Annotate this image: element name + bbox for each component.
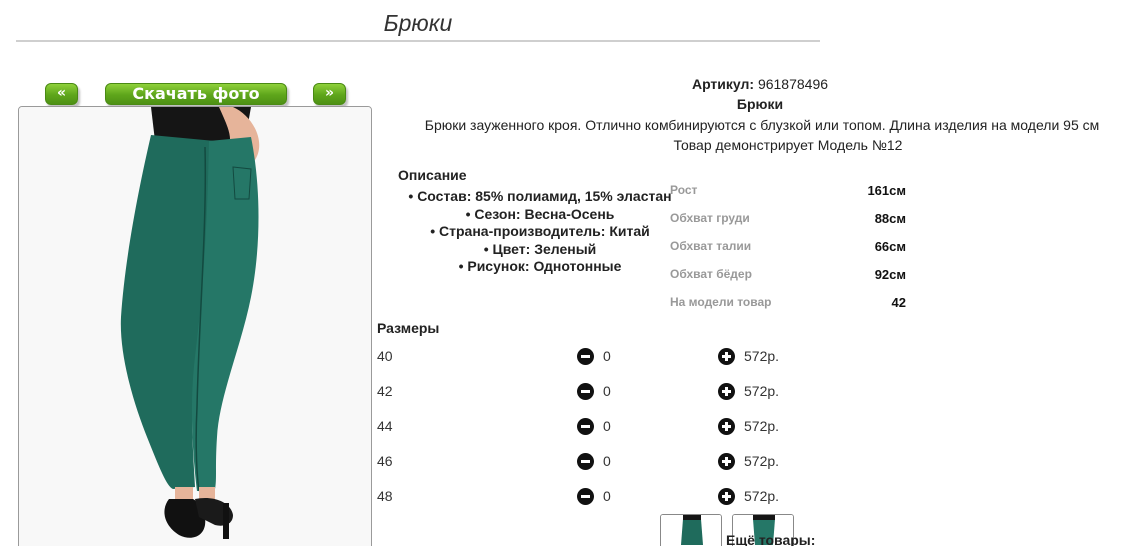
minus-icon[interactable]: [577, 418, 594, 435]
next-photo-button[interactable]: »: [313, 83, 346, 105]
measurement-value: 92см: [874, 266, 906, 282]
measurement-row: На модели товар 42: [670, 288, 906, 316]
plus-icon[interactable]: [718, 418, 735, 435]
minus-icon[interactable]: [577, 453, 594, 470]
measurement-label: Обхват талии: [670, 239, 752, 253]
sku-label: Артикул:: [691, 76, 755, 92]
prev-photo-button[interactable]: «: [45, 83, 78, 105]
quantity-value: 0: [603, 418, 611, 434]
sku-value: 961878496: [757, 76, 829, 92]
sizes-title: Размеры: [377, 320, 440, 336]
product-name: Брюки: [736, 96, 784, 112]
description-item: Состав: 85% полиамид, 15% эластан: [380, 188, 700, 206]
quantity-value: 0: [603, 383, 611, 399]
measurement-label: Обхват бёдер: [670, 267, 752, 281]
size-value: 48: [377, 488, 393, 504]
measurement-row: Обхват бёдер 92см: [670, 260, 906, 288]
product-photo-image: [19, 107, 371, 546]
measurement-row: Обхват талии 66см: [670, 232, 906, 260]
thumbnail-image: [661, 515, 721, 546]
plus-icon[interactable]: [718, 453, 735, 470]
plus-icon[interactable]: [718, 383, 735, 400]
model-demo-text: Товар демонстрирует Модель №12: [673, 137, 903, 153]
quantity-value: 0: [603, 453, 611, 469]
size-value: 40: [377, 348, 393, 364]
more-goods-label: Ещё товары:: [726, 532, 816, 546]
measurement-row: Рост 161см: [670, 176, 906, 204]
size-value: 42: [377, 383, 393, 399]
minus-icon[interactable]: [577, 488, 594, 505]
product-photo: [18, 106, 372, 546]
minus-icon[interactable]: [577, 383, 594, 400]
quantity-value: 0: [603, 488, 611, 504]
price-value: 572р.: [744, 383, 780, 399]
description-item: Сезон: Весна-Осень: [380, 206, 700, 224]
measurement-value: 42: [891, 294, 906, 310]
size-row: 46 0 572р.: [377, 453, 797, 473]
measurement-label: Обхват груди: [670, 211, 750, 225]
minus-icon[interactable]: [577, 348, 594, 365]
quantity-value: 0: [603, 348, 611, 364]
measurement-value: 161см: [867, 182, 906, 198]
description-item: Страна-производитель: Китай: [380, 223, 700, 241]
description-list: Состав: 85% полиамид, 15% эластан Сезон:…: [380, 188, 700, 276]
size-value: 44: [377, 418, 393, 434]
thumbnail[interactable]: [660, 514, 722, 546]
price-value: 572р.: [744, 488, 780, 504]
model-measurements: Рост 161см Обхват груди 88см Обхват тали…: [670, 176, 906, 316]
plus-icon[interactable]: [718, 348, 735, 365]
product-description: Брюки зауженного кроя. Отлично комбиниру…: [424, 117, 1100, 133]
price-value: 572р.: [744, 348, 780, 364]
download-photo-button[interactable]: Скачать фото: [105, 83, 287, 105]
measurement-value: 88см: [874, 210, 906, 226]
size-value: 46: [377, 453, 393, 469]
measurement-value: 66см: [874, 238, 906, 254]
size-row: 40 0 572р.: [377, 348, 797, 368]
measurement-label: Рост: [670, 183, 698, 197]
measurement-label: На модели товар: [670, 295, 772, 309]
description-item: Рисунок: Однотонные: [380, 258, 700, 276]
measurement-row: Обхват груди 88см: [670, 204, 906, 232]
price-value: 572р.: [744, 418, 780, 434]
size-row: 44 0 572р.: [377, 418, 797, 438]
description-item: Цвет: Зеленый: [380, 241, 700, 259]
page-title: Брюки: [16, 8, 820, 42]
plus-icon[interactable]: [718, 488, 735, 505]
size-row: 42 0 572р.: [377, 383, 797, 403]
sku-line: Артикул: 961878496: [560, 76, 960, 92]
price-value: 572р.: [744, 453, 780, 469]
description-title: Описание: [398, 167, 467, 183]
size-row: 48 0 572р.: [377, 488, 797, 508]
